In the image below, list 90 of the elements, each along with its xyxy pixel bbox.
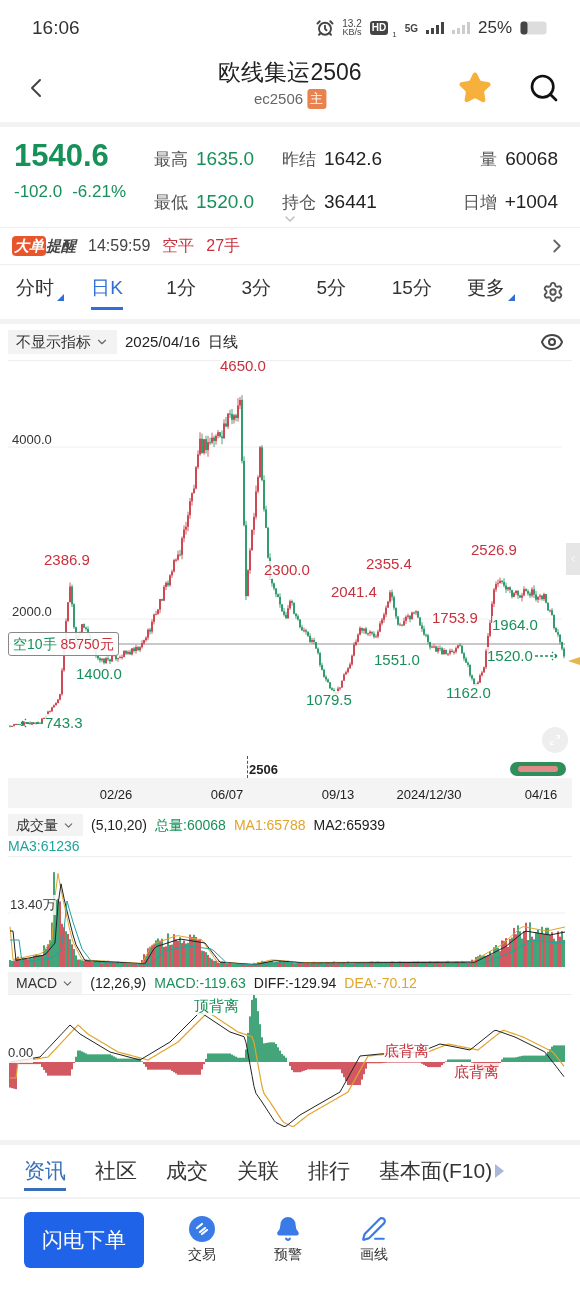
position-side: 空10手: [13, 634, 57, 654]
indicator-value: DIFF:-129.94: [253, 973, 337, 993]
search-icon[interactable]: [528, 72, 560, 104]
contract-code: ec2506: [253, 89, 304, 109]
period-tab[interactable]: 1分: [166, 274, 196, 310]
divergence-label: 底背离: [384, 1042, 429, 1060]
divergence-label: 顶背离: [194, 997, 239, 1015]
battery-icon: [520, 21, 548, 35]
alert-label: 提醒: [46, 235, 76, 256]
battery-percent: 25%: [477, 17, 512, 40]
indicator-params: (12,26,9): [90, 973, 147, 993]
bell-icon: [275, 1215, 301, 1242]
date-label: 02/26: [99, 786, 133, 804]
price-change-percent: -6.21%: [72, 181, 127, 203]
period-tab[interactable]: 15分: [391, 274, 432, 310]
pen-icon: [361, 1215, 387, 1242]
dashed-arrow-icon: [533, 651, 558, 661]
page-title: 欧线集运2506: [218, 58, 362, 87]
period-tab[interactable]: 3分: [241, 274, 271, 310]
macd-indicator-dropdown[interactable]: MACD: [8, 972, 83, 994]
info-tab[interactable]: 关联: [237, 1154, 279, 1192]
stat-value: 1642.6: [324, 147, 383, 172]
info-tab[interactable]: 基本面(F10): [379, 1154, 493, 1192]
divergence-label: 底背离: [454, 1063, 499, 1081]
indicator-params: (5,10,20): [91, 815, 148, 835]
price-marker: 2300.0: [264, 561, 310, 579]
stat-label: 量: [480, 148, 498, 171]
stat-value: 60068: [505, 147, 558, 172]
stat-value: 1635.0: [196, 147, 255, 172]
indicator-value: MA2:65939: [313, 815, 386, 835]
stat-value: 1520.0: [196, 190, 255, 215]
indicator-value: MA3:61236: [8, 837, 80, 856]
indicator-dropdown[interactable]: 不显示指标: [8, 330, 117, 354]
info-tab[interactable]: 社区: [95, 1154, 137, 1192]
axis-label: 2000.0: [12, 603, 52, 621]
favorite-star-icon[interactable]: [458, 71, 492, 105]
hd-badge: HD: [369, 21, 389, 35]
period-tab[interactable]: 更多: [466, 274, 505, 310]
stat-value: +1004: [504, 190, 558, 215]
info-tab[interactable]: 资讯: [24, 1154, 66, 1192]
info-tab[interactable]: 排行: [308, 1154, 350, 1192]
network-speed-unit: KB/s: [342, 28, 362, 37]
indicator-value: MA1:65788: [233, 815, 306, 835]
stat-value: 36441: [324, 190, 377, 215]
stat-label: 日增: [462, 191, 497, 214]
contract-mark: 2506: [249, 762, 278, 778]
indicator-value: 总量:60068: [155, 815, 226, 835]
trade-icon: [189, 1215, 215, 1242]
stat-label: 持仓: [282, 191, 316, 214]
date-label: 06/07: [210, 786, 244, 804]
volume-indicator-dropdown[interactable]: 成交量: [8, 814, 83, 836]
date-label: 04/16: [524, 786, 558, 804]
navigator-handle-drawing[interactable]: [510, 762, 566, 776]
date-label: 09/13: [321, 786, 355, 804]
alert-action: 空平: [162, 236, 195, 256]
stat-label: 昨结: [282, 148, 316, 171]
period-tab[interactable]: 日K: [91, 274, 123, 310]
position-value: 85750元: [60, 634, 114, 654]
chart-date: 2025/04/16: [125, 331, 201, 352]
alert-tag: 大单: [12, 236, 46, 256]
signal-icon: [425, 22, 444, 34]
period-tab[interactable]: 5分: [316, 274, 347, 310]
network-type: 5G: [404, 21, 418, 36]
date-label: 2024/12/30: [396, 786, 462, 804]
toolbar-action[interactable]: 画线: [346, 1215, 402, 1265]
info-tab[interactable]: 成交: [166, 1154, 208, 1192]
main-contract-badge: 主: [307, 89, 327, 110]
axis-label: 4000.0: [12, 431, 52, 449]
stat-label: 最高: [154, 148, 188, 171]
dashed-arrow-icon: [20, 718, 44, 728]
stat-label: 最低: [154, 191, 188, 214]
network-speed: 13.2: [342, 19, 362, 28]
signal-icon: [451, 22, 470, 34]
status-time: 16:06: [32, 15, 80, 40]
quick-order-button[interactable]: 闪电下单: [24, 1212, 144, 1268]
last-price: 1540.6: [14, 137, 110, 175]
toolbar-action[interactable]: 预警: [260, 1215, 316, 1265]
indicator-value: DEA:-70.12: [344, 973, 417, 993]
alert-amount: 27手: [206, 236, 241, 256]
period-tab[interactable]: 分时: [16, 274, 54, 310]
indicator-value: MACD:-119.63: [154, 973, 246, 993]
sim-slot: 1: [392, 28, 397, 41]
chart-period: 日线: [208, 331, 239, 352]
alert-time: 14:59:59: [88, 236, 151, 256]
alarm-icon: [316, 19, 335, 37]
axis-label: 13.40万: [10, 895, 56, 915]
price-change: -102.0: [14, 181, 63, 203]
settings-icon[interactable]: [542, 281, 564, 303]
price-pointer-icon: [568, 657, 580, 665]
toolbar-action[interactable]: 交易: [174, 1215, 230, 1265]
